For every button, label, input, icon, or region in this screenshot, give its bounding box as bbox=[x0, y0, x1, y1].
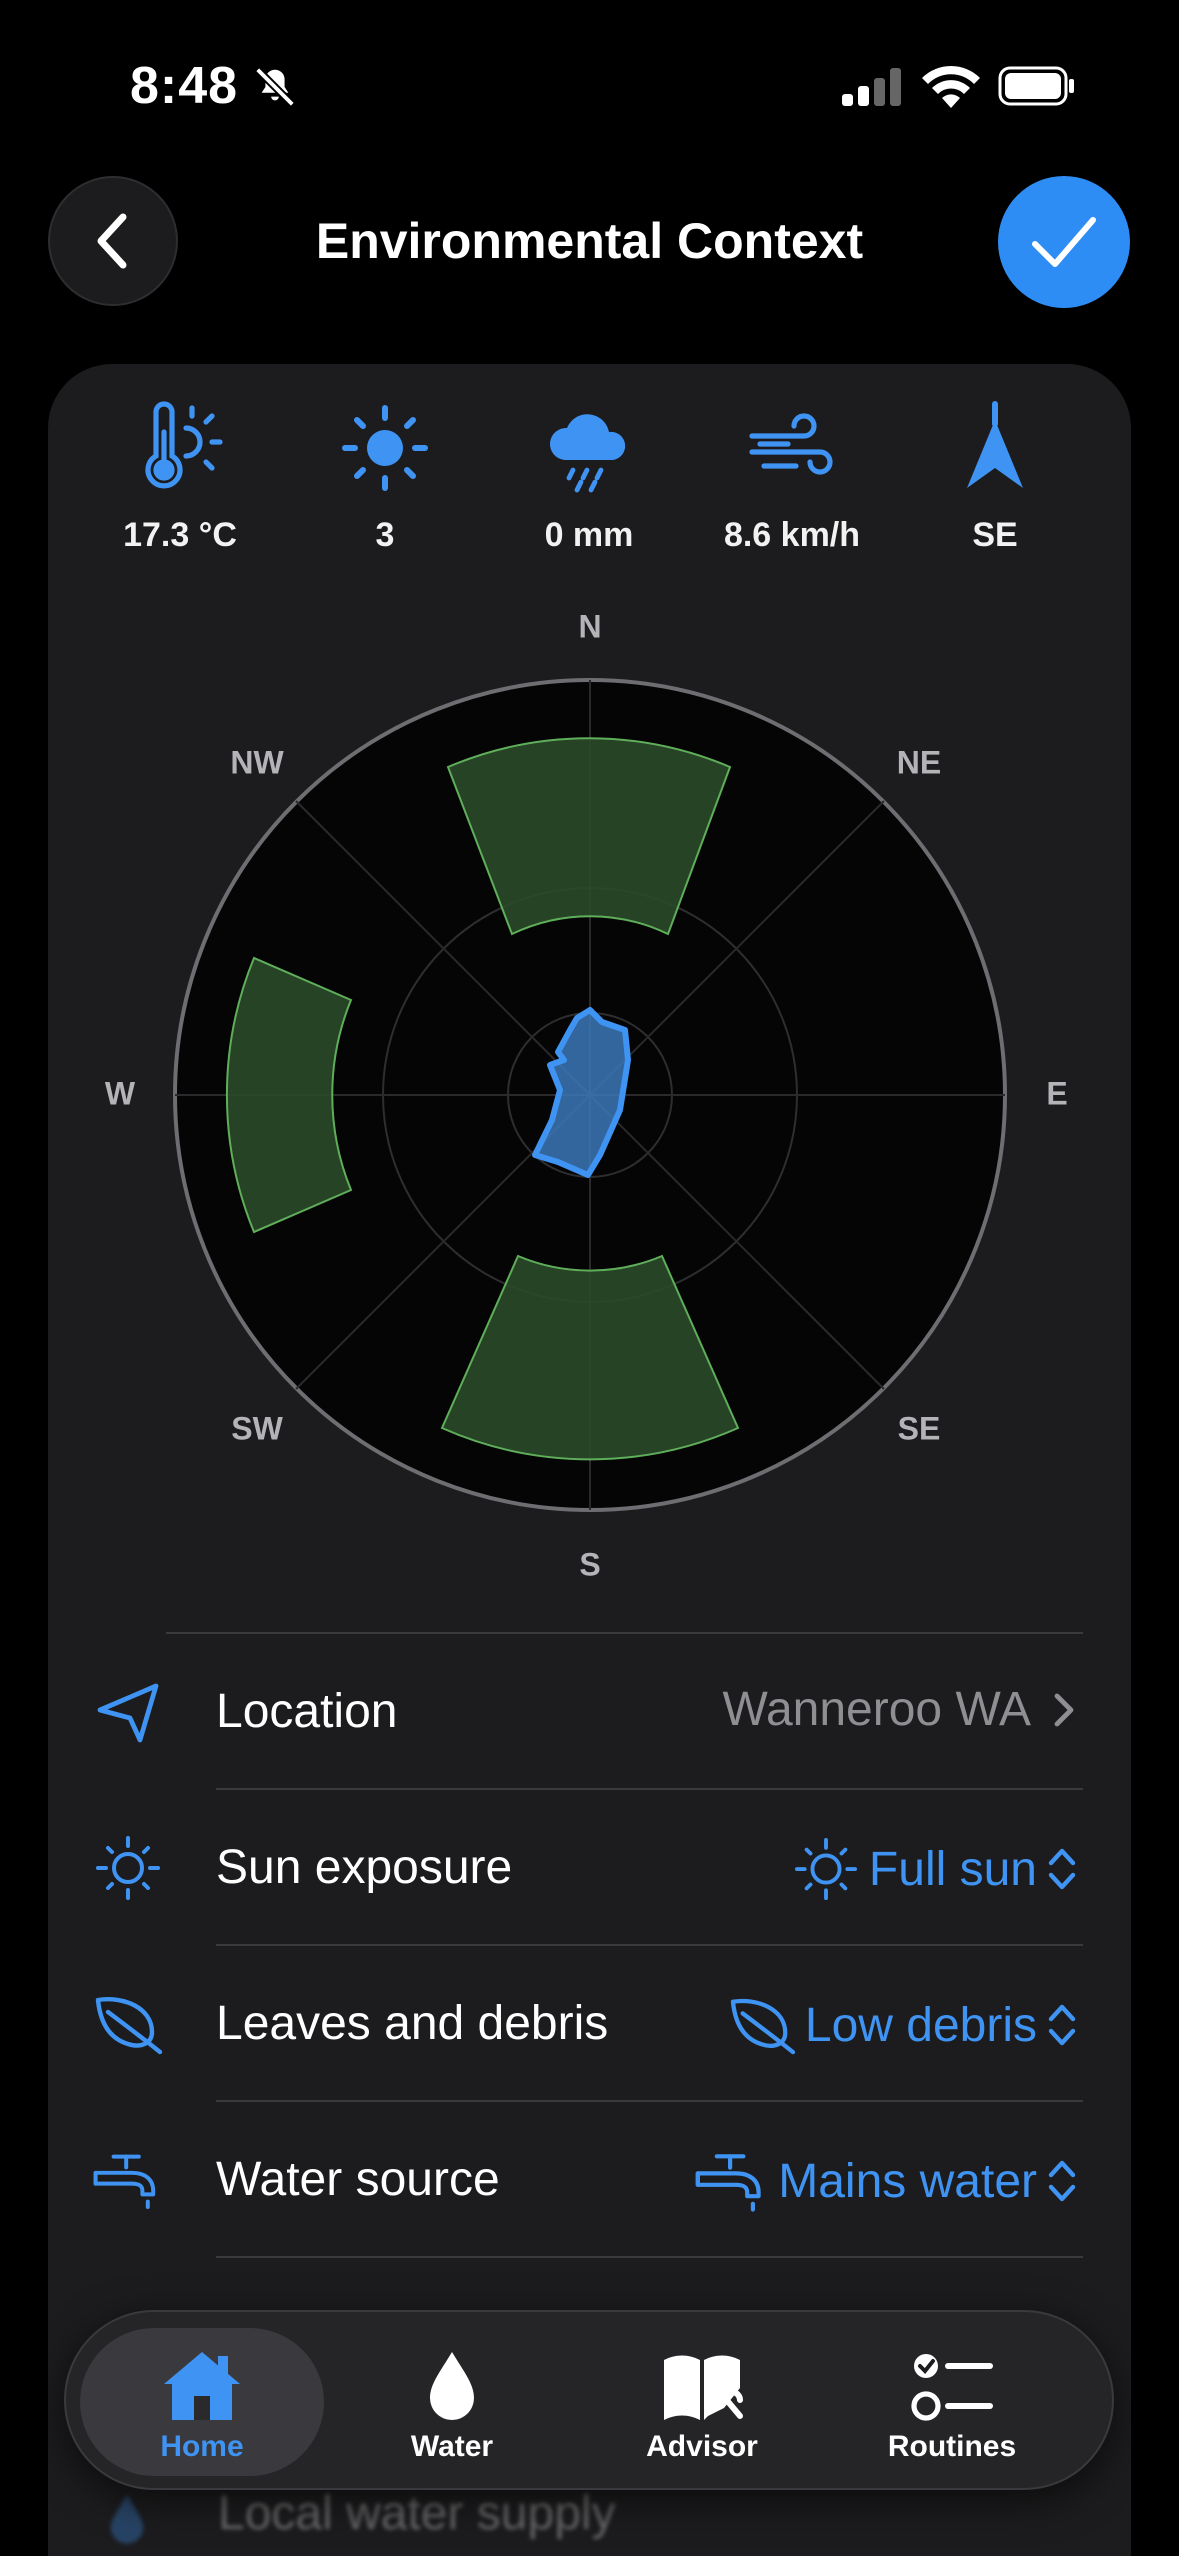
wind-icon bbox=[749, 413, 833, 475]
tap-icon bbox=[695, 2154, 761, 2212]
sun-icon bbox=[794, 1838, 857, 1900]
sun-exposure-picker[interactable]: Full sun bbox=[791, 1838, 1079, 1900]
compass-label-nw: NW bbox=[230, 744, 284, 780]
chevron-up-down-icon bbox=[1048, 1848, 1076, 1890]
water-source-label: Water source bbox=[216, 2153, 500, 2206]
book-tools-icon bbox=[664, 2355, 743, 2420]
water-source-row[interactable]: Water source Mains water bbox=[48, 2102, 1131, 2258]
leaves-debris-picker[interactable]: Low debris bbox=[727, 1994, 1079, 2056]
tap-icon bbox=[93, 2154, 156, 2209]
sun-wind-compass: N NE E SE S SW W NW bbox=[105, 608, 1068, 1582]
compass-label-n: N bbox=[578, 608, 601, 644]
sun-exposure-row[interactable]: Sun exposure Full sun bbox=[48, 1790, 1131, 1946]
battery-icon bbox=[998, 66, 1074, 106]
leaves-debris-label: Leaves and debris bbox=[216, 1997, 609, 2050]
confirm-button[interactable] bbox=[998, 176, 1130, 308]
chevron-right-icon bbox=[1054, 1693, 1074, 1726]
local-water-supply-label: Local water supply bbox=[218, 2487, 616, 2540]
rainfall-value: 0 mm bbox=[544, 516, 634, 554]
tab-water-label: Water bbox=[410, 2430, 494, 2463]
compass-label-se: SE bbox=[898, 1410, 941, 1446]
sector-west bbox=[225, 956, 353, 1234]
tab-home-label: Home bbox=[160, 2430, 244, 2463]
wind-speed-value: 8.6 km/h bbox=[723, 516, 861, 554]
checkmark-icon bbox=[1032, 217, 1096, 267]
leaf-icon bbox=[95, 1997, 163, 2055]
location-row[interactable]: Location Wanneroo WA bbox=[48, 1634, 1131, 1790]
location-label: Location bbox=[216, 1685, 398, 1738]
location-value-text: Wanneroo WA bbox=[722, 1683, 1031, 1736]
chevron-up-down-icon bbox=[1048, 2004, 1076, 2046]
sun-icon bbox=[342, 405, 428, 491]
tab-advisor[interactable]: Advisor bbox=[580, 2328, 824, 2476]
thermometer-sun-icon bbox=[145, 401, 223, 489]
rainfall-item: 0 mm bbox=[489, 400, 689, 555]
tab-water[interactable]: Water bbox=[330, 2328, 574, 2476]
location-arrow-icon bbox=[97, 1683, 159, 1743]
water-drop-icon bbox=[110, 2494, 144, 2544]
compass-label-s: S bbox=[579, 1546, 600, 1582]
wind-direction-value: SE bbox=[972, 516, 1018, 554]
cellular-signal-icon bbox=[842, 68, 902, 106]
tab-routines-label: Routines bbox=[887, 2430, 1017, 2463]
compass-label-e: E bbox=[1046, 1075, 1067, 1111]
uv-index-value: 3 bbox=[375, 516, 395, 554]
rain-cloud-icon bbox=[549, 414, 626, 493]
tab-bar: Home Water Advisor Routines bbox=[64, 2310, 1114, 2490]
wind-direction-arrow-icon bbox=[967, 401, 1023, 488]
sun-icon bbox=[96, 1836, 160, 1900]
water-source-value: Mains water bbox=[778, 2154, 1037, 2208]
water-source-picker[interactable]: Mains water bbox=[694, 2150, 1079, 2212]
wind-speed-item: 8.6 km/h bbox=[692, 400, 892, 555]
compass-label-ne: NE bbox=[897, 744, 941, 780]
water-drop-icon bbox=[430, 2352, 474, 2420]
tab-advisor-label: Advisor bbox=[646, 2430, 758, 2463]
temperature-item: 17.3 °C bbox=[80, 400, 280, 555]
bell-off-icon bbox=[255, 67, 295, 107]
uv-index-item: 3 bbox=[285, 400, 485, 555]
leaves-debris-value: Low debris bbox=[804, 1998, 1037, 2052]
wifi-icon bbox=[922, 65, 980, 108]
tab-home[interactable]: Home bbox=[80, 2328, 324, 2476]
temperature-value: 17.3 °C bbox=[123, 516, 237, 554]
leaves-debris-row[interactable]: Leaves and debris Low debris bbox=[48, 1946, 1131, 2102]
sun-exposure-value: Full sun bbox=[868, 1842, 1037, 1896]
leaf-icon bbox=[730, 1998, 796, 2055]
tab-routines[interactable]: Routines bbox=[830, 2328, 1074, 2476]
wind-direction-item: SE bbox=[895, 400, 1095, 555]
compass-label-sw: SW bbox=[231, 1410, 283, 1446]
house-icon bbox=[164, 2352, 240, 2420]
status-time: 8:48 bbox=[130, 57, 239, 115]
chevron-up-down-icon bbox=[1048, 2160, 1076, 2202]
location-value[interactable]: Wanneroo WA bbox=[722, 1682, 1079, 1737]
checklist-icon bbox=[911, 2354, 993, 2421]
sun-exposure-label: Sun exposure bbox=[216, 1841, 513, 1894]
compass-label-w: W bbox=[105, 1075, 136, 1111]
